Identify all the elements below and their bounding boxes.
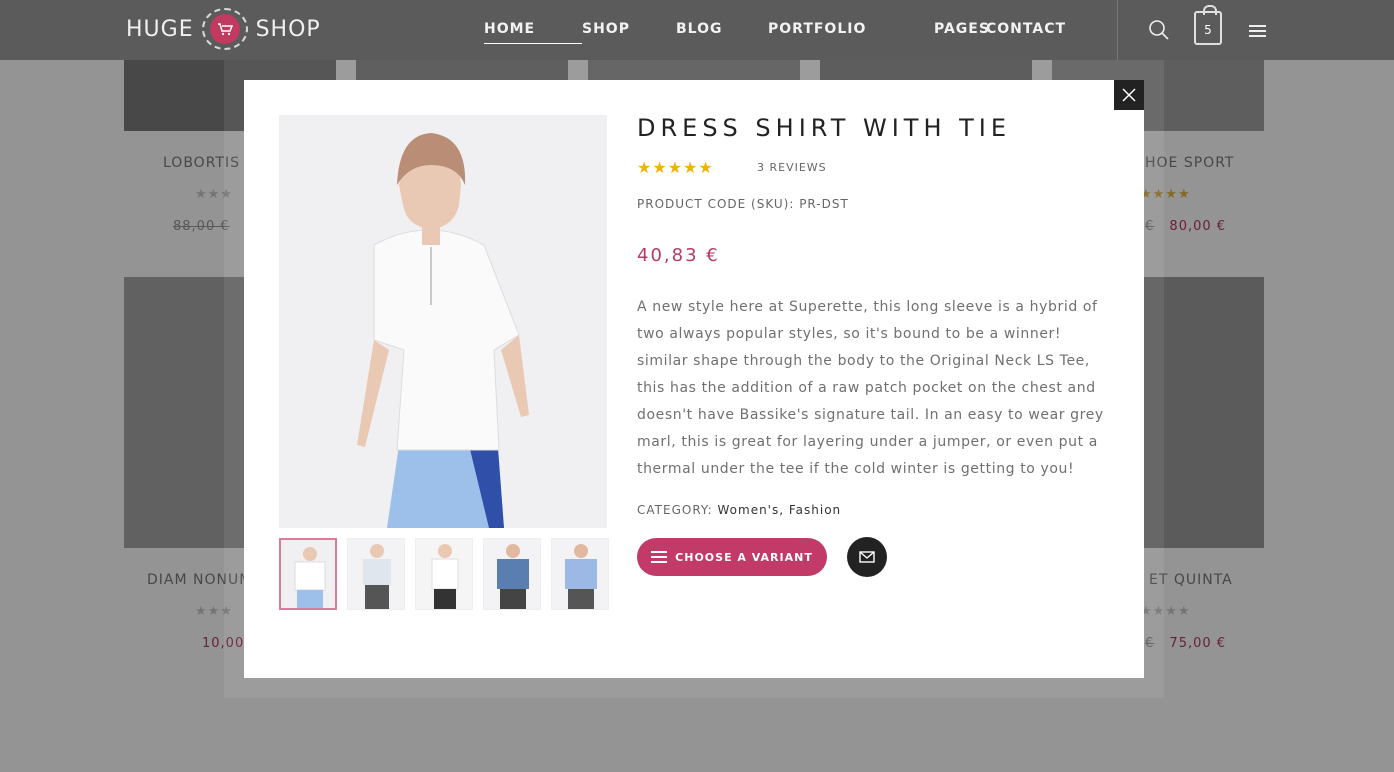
product-actions: CHOOSE A VARIANT (637, 537, 1117, 577)
product-info: DRESS SHIRT WITH TIE ★★★★★ 3 REVIEWS PRO… (637, 114, 1117, 577)
choose-variant-label: CHOOSE A VARIANT (675, 550, 813, 564)
nav-blog[interactable]: BLOG (676, 21, 768, 44)
category-label: CATEGORY: (637, 503, 713, 517)
nav-portfolio[interactable]: PORTFOLIO (768, 21, 934, 44)
site-logo[interactable]: HUGE SHOP (126, 8, 321, 50)
reviews-link[interactable]: 3 REVIEWS (757, 161, 827, 174)
product-price: 40,83 € (637, 245, 720, 266)
product-title: DRESS SHIRT WITH TIE (637, 114, 1012, 142)
nav-shop[interactable]: SHOP (582, 21, 676, 44)
quick-view-modal: DRESS SHIRT WITH TIE ★★★★★ 3 REVIEWS PRO… (244, 80, 1144, 678)
product-main-image[interactable] (279, 115, 607, 528)
rating-row: ★★★★★ 3 REVIEWS (637, 158, 1117, 177)
product-sku: PRODUCT CODE (SKU): PR-DST (637, 197, 849, 211)
product-category: CATEGORY: Women's, Fashion (637, 503, 1117, 517)
cart-logo-icon (209, 14, 240, 44)
thumbnail-strip (279, 538, 609, 610)
nav-contact[interactable]: CONTACT (986, 21, 1066, 44)
star-rating: ★★★★★ (637, 158, 714, 177)
thumbnail[interactable] (279, 538, 337, 610)
menu-lines-icon (651, 548, 668, 566)
choose-variant-button[interactable]: CHOOSE A VARIANT (637, 538, 827, 576)
site-header: HUGE SHOP HOME SHOP BLOG PORTFOLIO PAGES… (0, 0, 1394, 60)
email-icon[interactable] (847, 537, 887, 577)
close-icon[interactable] (1114, 80, 1144, 110)
main-nav: HOME SHOP BLOG PORTFOLIO PAGES CONTACT (484, 21, 1066, 44)
thumbnail[interactable] (415, 538, 473, 610)
product-description: A new style here at Superette, this long… (637, 299, 1104, 477)
header-divider (1117, 0, 1118, 60)
category-links[interactable]: Women's, Fashion (718, 503, 842, 517)
logo-badge (201, 8, 248, 50)
logo-text: SHOP (255, 16, 321, 42)
cart-count: 5 (1204, 23, 1212, 37)
logo-text: HUGE (126, 16, 194, 42)
thumbnail[interactable] (483, 538, 541, 610)
thumbnail[interactable] (347, 538, 405, 610)
cart-icon[interactable]: 5 (1194, 5, 1222, 45)
hamburger-menu-icon[interactable] (1249, 25, 1266, 37)
thumbnail[interactable] (551, 538, 609, 610)
search-icon[interactable] (1148, 19, 1170, 41)
nav-home[interactable]: HOME (484, 21, 582, 44)
